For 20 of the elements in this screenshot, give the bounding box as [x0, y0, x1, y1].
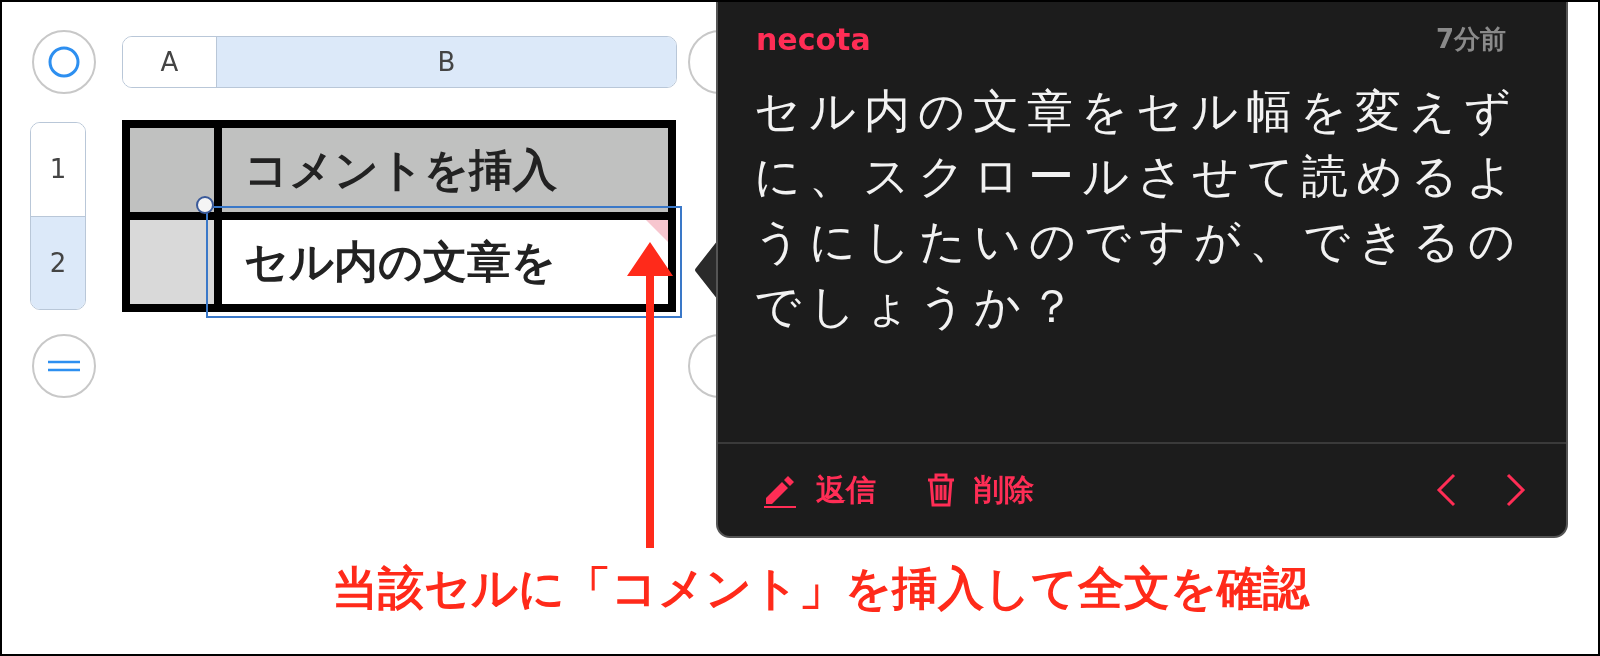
comment-time: 7分前 [1435, 23, 1506, 56]
table-cell[interactable] [130, 220, 214, 304]
column-header[interactable]: A [123, 37, 217, 87]
next-button[interactable] [1506, 473, 1526, 507]
comment-text: セル内の文章をセル幅を変えずに、スクロールさせて読めるようにしたいのですが、できるのでしょうか？ [754, 83, 1524, 335]
trash-icon [926, 472, 956, 508]
circle-icon [47, 45, 81, 79]
table-cell[interactable]: コメントを挿入 [222, 128, 668, 212]
column-header[interactable]: B [217, 37, 676, 87]
table-cell[interactable]: セル内の文章を [222, 220, 668, 304]
equals-icon [48, 360, 80, 372]
row-header[interactable]: 1 [31, 123, 85, 217]
reply-button[interactable]: 返信 [762, 469, 876, 511]
previous-button[interactable] [1436, 473, 1456, 507]
table-cell[interactable] [130, 128, 214, 212]
comment-author: necota [756, 22, 871, 57]
annotation-caption: 当該セルに「コメント」を挿入して全文を確認 [330, 560, 1311, 617]
arrow-icon [627, 242, 673, 548]
delete-button[interactable]: 削除 [926, 469, 1034, 511]
row-header[interactable]: 2 [31, 216, 85, 309]
